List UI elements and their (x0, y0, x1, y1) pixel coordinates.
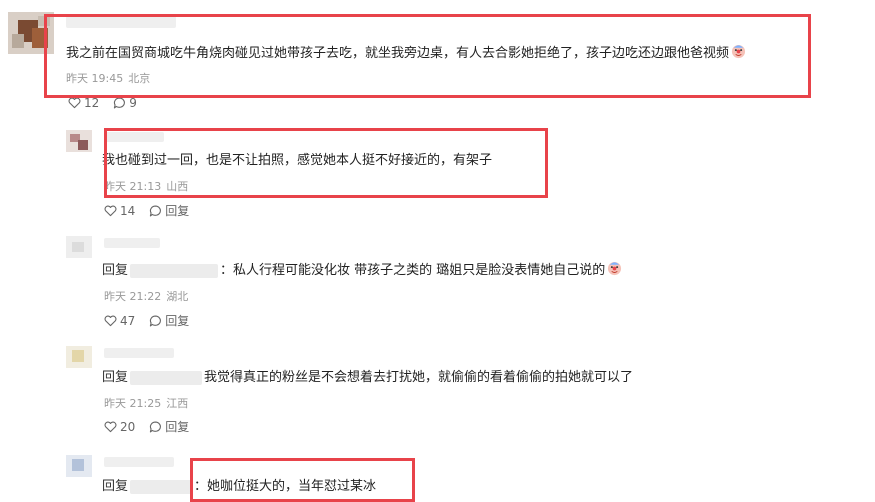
highlight-box (190, 458, 415, 502)
reply-prefix: 回复 (102, 370, 129, 385)
mentioned-user[interactable] (130, 370, 203, 385)
reply-actions: 20 回复 (104, 419, 203, 435)
avatar[interactable] (66, 346, 92, 368)
like-button[interactable]: 20 (104, 419, 135, 435)
reply-prefix: 回复 (102, 263, 129, 278)
heart-icon (104, 421, 117, 433)
highlight-box (44, 14, 811, 98)
comment-bubble-icon (150, 421, 162, 433)
reply-button[interactable]: 回复 (149, 313, 189, 329)
heart-icon (104, 315, 117, 327)
reply-text: 回复 我觉得真正的粉丝是不会想着去打扰她，就偷偷的看着偷偷的拍她就可以了 (102, 369, 633, 387)
heart-icon (68, 97, 81, 109)
reply-actions: 14 回复 (104, 203, 203, 219)
timestamp: 昨天 21:25 (104, 397, 162, 410)
location: 湖北 (166, 290, 189, 303)
like-count: 20 (120, 420, 136, 434)
comment-bubble-icon (150, 315, 162, 327)
comment-bubble-icon (150, 205, 162, 217)
avatar[interactable] (66, 455, 92, 477)
avatar[interactable] (66, 130, 92, 152)
username[interactable] (104, 238, 160, 248)
heart-icon (104, 205, 117, 217)
like-count: 14 (120, 204, 136, 218)
like-count: 47 (120, 314, 136, 328)
reply-meta: 昨天 21:25 江西 (104, 397, 193, 411)
avatar[interactable] (66, 236, 92, 258)
reply-meta: 昨天 21:22 湖北 (104, 290, 193, 304)
mentioned-user[interactable] (130, 479, 193, 494)
like-button[interactable]: 47 (104, 313, 135, 329)
mentioned-user[interactable] (130, 263, 219, 278)
reply-prefix: 回复 (102, 479, 129, 494)
clown-emoji-icon (608, 261, 622, 276)
reply-label: 回复 (165, 204, 190, 218)
reply-actions: 47 回复 (104, 313, 203, 329)
like-button[interactable]: 14 (104, 203, 135, 219)
reply-button[interactable]: 回复 (149, 419, 189, 435)
username[interactable] (104, 348, 174, 358)
reply-text-content: ：私人行程可能没化妆 带孩子之类的 璐姐只是脸没表情她自己说的 (220, 263, 606, 278)
highlight-box (104, 128, 548, 198)
comment-bubble-icon (114, 97, 126, 109)
reply-text: 回复 ：私人行程可能没化妆 带孩子之类的 璐姐只是脸没表情她自己说的 (102, 261, 622, 280)
timestamp: 昨天 21:22 (104, 290, 162, 303)
location: 江西 (166, 397, 189, 410)
reply-label: 回复 (165, 420, 190, 434)
reply-label: 回复 (165, 314, 190, 328)
reply-text-content: 我觉得真正的粉丝是不会想着去打扰她，就偷偷的看着偷偷的拍她就可以了 (204, 370, 634, 385)
reply-button[interactable]: 回复 (149, 203, 189, 219)
username[interactable] (104, 457, 174, 467)
